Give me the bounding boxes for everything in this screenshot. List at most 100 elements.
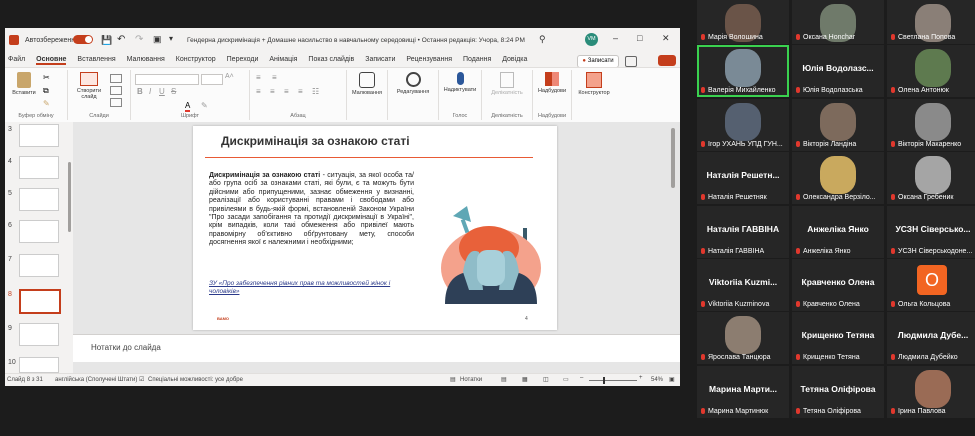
tab-review[interactable]: Рецензування: [406, 56, 452, 63]
columns-icon[interactable]: ☷: [312, 87, 319, 96]
font-color-icon[interactable]: A: [185, 101, 191, 112]
participant-tile[interactable]: Юлія Водолазс... Юлія Водолазська: [792, 45, 884, 97]
slide-thumbnail[interactable]: [19, 156, 59, 179]
participant-tile[interactable]: Светлана Попова: [887, 0, 975, 44]
notes-icon[interactable]: ▤: [450, 376, 456, 383]
tab-view[interactable]: Подання: [463, 56, 491, 63]
tab-design[interactable]: Конструктор: [176, 56, 216, 63]
search-icon[interactable]: ⚲: [539, 34, 546, 45]
participant-tile[interactable]: Ярослава Танцюра: [697, 312, 789, 364]
save-icon[interactable]: 💾: [101, 35, 112, 46]
font-name-select[interactable]: [135, 74, 199, 85]
bullets-icon[interactable]: ≡: [256, 73, 261, 82]
strikethrough-icon[interactable]: S: [171, 87, 176, 96]
tab-file[interactable]: Файл: [8, 56, 25, 63]
slide-source[interactable]: ЗУ «Про забезпечення рівних прав та можл…: [209, 280, 409, 295]
zoom-in-icon[interactable]: +: [639, 375, 643, 381]
participant-tile[interactable]: УСЗН Сіверсько... УСЗН Сіверськодоне...: [887, 206, 975, 258]
sorter-view-icon[interactable]: ▦: [522, 376, 528, 383]
tab-transitions[interactable]: Переходи: [227, 56, 259, 63]
slide-thumbnail[interactable]: [19, 188, 59, 211]
highlight-icon[interactable]: ✎: [201, 101, 208, 110]
drawing-button[interactable]: Малювання: [349, 72, 385, 96]
current-slide[interactable]: Дискримінація за ознакою статі Дискримін…: [193, 126, 557, 330]
reading-view-icon[interactable]: ◫: [543, 376, 549, 383]
participant-tile[interactable]: Анжеліка Янко Анжеліка Янко: [792, 206, 884, 258]
participant-tile[interactable]: Валерія Михайленко: [697, 45, 789, 97]
paste-button[interactable]: Вставити: [9, 72, 39, 96]
accessibility-icon[interactable]: ☑: [139, 376, 144, 383]
participant-tile[interactable]: Марія Волошина: [697, 0, 789, 44]
tab-help[interactable]: Довідка: [502, 56, 527, 63]
tab-insert[interactable]: Вставлення: [77, 56, 115, 63]
participant-tile[interactable]: Наталія ГАВВІНА Наталія ГАВВІНА: [697, 206, 789, 258]
slide-thumbnail[interactable]: [19, 254, 59, 277]
tab-record[interactable]: Записати: [365, 56, 395, 63]
participant-tile[interactable]: Олександра Верзіло...: [792, 152, 884, 204]
sensitivity-button[interactable]: Делікатність: [484, 72, 530, 96]
slide-thumbnail[interactable]: [19, 357, 59, 373]
tab-animations[interactable]: Анімація: [269, 56, 297, 63]
format-painter-icon[interactable]: ✎: [43, 99, 50, 108]
participant-tile[interactable]: Вікторія Ландіна: [792, 99, 884, 151]
reset-icon[interactable]: [110, 86, 122, 95]
underline-icon[interactable]: U: [159, 87, 165, 96]
vertical-scrollbar[interactable]: [671, 128, 675, 188]
slide-thumbnail[interactable]: [19, 220, 59, 243]
tab-home[interactable]: Основне: [36, 56, 67, 65]
new-slide-button[interactable]: Створити слайд: [72, 72, 106, 100]
slide-thumbnail[interactable]: [19, 124, 59, 147]
participant-tile[interactable]: Марина Марти... Марина Мартинюк: [697, 366, 789, 418]
zoom-out-icon[interactable]: –: [580, 375, 583, 381]
participant-tile[interactable]: Кравченко Олена Кравченко Олена: [792, 259, 884, 311]
participant-tile[interactable]: Наталія Решетн... Наталія Решетняк: [697, 152, 789, 204]
fit-to-window-icon[interactable]: ▣: [669, 376, 675, 383]
participant-tile[interactable]: Оксана Honchar: [792, 0, 884, 44]
accessibility-status[interactable]: Спеціальні можливості: усе добре: [148, 377, 243, 383]
align-center-icon[interactable]: ≡: [270, 87, 275, 96]
minimize-icon[interactable]: –: [613, 33, 618, 43]
normal-view-icon[interactable]: ▤: [501, 376, 507, 383]
designer-button[interactable]: Конструктор: [574, 72, 614, 96]
participant-tile[interactable]: Ірина Павлова: [887, 366, 975, 418]
slide-title[interactable]: Дискримінація за ознакою статі: [221, 134, 410, 148]
addins-button[interactable]: Надбудови: [534, 72, 570, 94]
dictate-button[interactable]: Надиктувати: [441, 72, 479, 93]
tab-draw[interactable]: Малювання: [127, 56, 165, 63]
customize-icon[interactable]: ▾: [169, 34, 173, 43]
cut-icon[interactable]: ✂: [43, 73, 50, 82]
participant-tile[interactable]: Олена Антонюк: [887, 45, 975, 97]
notes-pane[interactable]: Нотатки до слайда: [73, 334, 680, 362]
avatar[interactable]: VM: [585, 33, 598, 46]
maximize-icon[interactable]: □: [637, 33, 642, 43]
editing-button[interactable]: Редагування: [390, 72, 436, 95]
bold-icon[interactable]: B: [137, 87, 143, 96]
slide-thumbnail-selected[interactable]: [19, 289, 61, 314]
layout-icon[interactable]: [110, 74, 122, 83]
align-left-icon[interactable]: ≡: [256, 87, 261, 96]
participant-tile[interactable]: Viktoriia Kuzmi... Viktoriia Kuzminova: [697, 259, 789, 311]
participant-tile[interactable]: Крищенко Тетяна Крищенко Тетяна: [792, 312, 884, 364]
close-icon[interactable]: ✕: [662, 33, 670, 44]
share-button[interactable]: [658, 55, 676, 66]
zoom-slider[interactable]: [589, 377, 637, 384]
participant-tile[interactable]: Оксана Гребеник: [887, 152, 975, 204]
undo-icon[interactable]: ↶: [117, 34, 125, 45]
justify-icon[interactable]: ≡: [298, 87, 303, 96]
participant-tile[interactable]: Тетяна Оліфірова Тетяна Оліфірова: [792, 366, 884, 418]
grow-font-icon[interactable]: A˄: [225, 73, 234, 80]
zoom-level[interactable]: 54%: [651, 377, 663, 383]
copy-icon[interactable]: ⧉: [43, 86, 49, 96]
section-icon[interactable]: [110, 98, 122, 107]
thumbnail-scrollbar[interactable]: [68, 162, 71, 232]
tab-slideshow[interactable]: Показ слайдів: [308, 56, 354, 63]
italic-icon[interactable]: I: [149, 87, 151, 96]
slide-body[interactable]: Дискримінація за ознакою статі - ситуаці…: [209, 172, 414, 248]
participant-tile[interactable]: Вікторія Макаренко: [887, 99, 975, 151]
participant-tile[interactable]: О Ольга Кольцова: [887, 259, 975, 311]
slideshow-view-icon[interactable]: ▭: [563, 376, 569, 383]
align-right-icon[interactable]: ≡: [284, 87, 289, 96]
present-icon[interactable]: ▣: [153, 34, 162, 45]
redo-icon[interactable]: ↷: [135, 34, 143, 45]
participant-tile[interactable]: Людмила Дубе... Людмила Дубейко: [887, 312, 975, 364]
